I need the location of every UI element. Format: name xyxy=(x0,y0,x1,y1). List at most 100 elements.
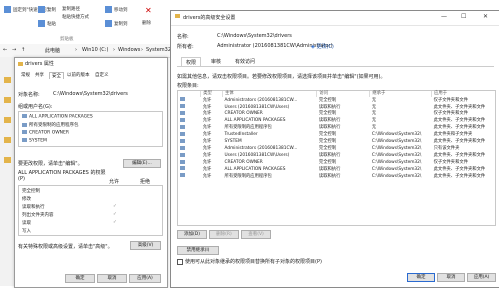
move-to-button[interactable]: 移动到 xyxy=(105,6,128,13)
tab-general[interactable]: 常规 xyxy=(21,72,30,78)
list-item[interactable]: ALL APPLICATION PACKAGES xyxy=(22,114,93,120)
apply-button[interactable]: 应用(A) xyxy=(467,273,496,282)
table-row[interactable]: 允许 Administrators (2016081381CW... 完全控制 C:\… xyxy=(178,145,495,153)
owner-label: 所有者: xyxy=(177,44,194,50)
replace-child-permissions[interactable]: 使用可从此对象继承的权限项目替换所有子对象的权限项目(P) xyxy=(177,258,322,265)
table-row[interactable]: 允许 ALL APPLICATION PACKAGES 读取和执行 C:\Window… xyxy=(178,166,495,173)
object-name-label: 对象名称: xyxy=(18,92,40,98)
breadcrumb-system32[interactable]: System32 xyxy=(146,47,171,53)
users-icon xyxy=(22,114,27,118)
dialog-title: drivers的高级安全设置 xyxy=(183,15,236,21)
breadcrumb-drive[interactable]: Win10 (C:) xyxy=(82,47,108,53)
user-icon xyxy=(180,159,185,164)
close-icon[interactable]: ✕ xyxy=(483,13,488,20)
ok-button[interactable]: 确定 xyxy=(65,274,95,283)
tab-auditing[interactable]: 审核 xyxy=(211,58,221,65)
user-icon xyxy=(180,125,185,130)
copy-path-button[interactable]: 复制路径 xyxy=(62,6,80,12)
user-icon xyxy=(22,138,27,142)
paste-shortcut-button[interactable]: 粘贴快捷方式 xyxy=(62,14,89,20)
table-row[interactable]: 允许 ALL APPLICATION PACKAGES 读取和执行无此文件夹、子文件… xyxy=(178,118,495,125)
list-item[interactable]: 所有受限制的应用程序包 xyxy=(22,122,79,128)
list-item: 列出文件夹内容 xyxy=(22,213,54,218)
tab-effective-access[interactable]: 有效访问 xyxy=(235,58,255,65)
user-icon xyxy=(180,152,185,157)
user-icon xyxy=(180,118,185,123)
paste-button[interactable]: 粘贴 xyxy=(38,20,56,27)
folder-icon xyxy=(4,157,11,163)
allow-check: ✓ xyxy=(113,204,117,209)
user-icon xyxy=(180,173,185,178)
tab-security[interactable]: 安全 xyxy=(49,72,64,79)
breadcrumb-this-pc[interactable]: 此电脑 xyxy=(45,47,60,54)
table-row[interactable]: 允许 SYSTEM 完全控制 C:\Windows\System32\ 此文件夹、子文件… xyxy=(178,138,495,146)
entries-table: 类型 主体 访问 继承于 应用于 允许 Administrators (20160… xyxy=(178,91,495,180)
tab-customize[interactable]: 自定义 xyxy=(95,72,109,78)
table-row[interactable]: 允许 Users (2016081381CW\Users) 读取和执行 C:\Wind… xyxy=(178,152,495,160)
remove-button[interactable]: 删除(R) xyxy=(209,230,239,239)
delete-icon[interactable]: ✕ xyxy=(145,6,152,15)
folder-icon xyxy=(4,77,11,83)
folder-move-icon xyxy=(105,6,112,13)
address-bar[interactable]: ← → ↑ 此电脑 › Win10 (C:) › Windows › Syste… xyxy=(0,44,171,58)
permission-label: ALL APPLICATION PACKAGES 的权限(P) xyxy=(18,170,106,182)
up-arrow-icon[interactable]: ↑ xyxy=(21,47,25,53)
minimize-icon[interactable]: — xyxy=(441,13,447,20)
breadcrumb-windows[interactable]: Windows xyxy=(118,47,140,53)
properties-dialog: drivers 属性 常规 共享 安全 以前的版本 自定义 对象名称: C:\W… xyxy=(14,57,168,288)
user-icon xyxy=(180,104,185,109)
user-icon xyxy=(180,138,185,143)
advanced-security-dialog: drivers的高级安全设置 — ☐ ✕ 名称: C:\Windows\Syst… xyxy=(170,10,499,288)
cancel-button[interactable]: 取消 xyxy=(437,273,465,282)
list-item[interactable]: SYSTEM xyxy=(22,138,47,144)
apply-button[interactable]: 应用(A) xyxy=(129,274,161,283)
change-hint: 要更改权限，请单击"编辑"。 xyxy=(18,161,83,167)
copy-to-button[interactable]: 复制到 xyxy=(105,20,128,27)
cancel-button[interactable]: 取消 xyxy=(97,274,127,283)
list-item[interactable]: CREATOR OWNER xyxy=(22,130,69,136)
list-item: 完全控制 xyxy=(22,189,40,194)
edit-button[interactable]: 编辑(E)... xyxy=(123,159,161,168)
forward-arrow-icon[interactable]: → xyxy=(12,47,16,53)
folder-copy-icon xyxy=(105,20,112,27)
list-item: 修改 xyxy=(22,197,31,202)
permission-list: 完全控制 修改 读取和执行 列出文件夹内容 读取 写入 ✓ ✓ ✓ xyxy=(18,185,163,236)
disable-inheritance-button[interactable]: 禁用继承(I) xyxy=(177,246,219,255)
object-name-value: C:\Windows\System32\drivers xyxy=(53,91,128,97)
folder-icon xyxy=(4,97,11,103)
user-icon xyxy=(180,131,185,136)
maximize-icon[interactable]: ☐ xyxy=(461,13,466,20)
view-button[interactable]: 查看(V) xyxy=(241,230,271,239)
table-row[interactable]: 允许 Administrators (2016081381CW... 完全控制无仅子… xyxy=(178,97,495,104)
add-button[interactable]: 添加(D) xyxy=(177,230,207,239)
user-icon xyxy=(180,111,185,116)
tab-sharing[interactable]: 共享 xyxy=(35,72,44,78)
entries-label: 权限条目: xyxy=(177,83,199,89)
allow-check: ✓ xyxy=(113,212,117,217)
advanced-hint: 有关特殊权限或高级设置，请单击"高级"。 xyxy=(18,244,113,250)
table-row[interactable]: 允许 所有受限制的应用程序包 读取和执行 C:\Windows\System32\ 此文… xyxy=(178,173,495,180)
group-label: 组或用户名(G): xyxy=(18,104,53,110)
advanced-button[interactable]: 高级(V) xyxy=(130,241,161,250)
user-icon xyxy=(22,130,27,134)
shield-icon: ◈ xyxy=(311,44,315,50)
change-owner-link[interactable]: ◈ 更改(C) xyxy=(311,43,334,50)
user-icon xyxy=(180,97,185,102)
allow-check: ✓ xyxy=(113,220,117,225)
folder-icon xyxy=(4,137,11,143)
replace-checkbox[interactable] xyxy=(177,258,183,265)
list-item: 写入 xyxy=(22,229,31,234)
tab-divider xyxy=(177,66,494,67)
permission-entries-table[interactable]: 类型 主体 访问 继承于 应用于 允许 Administrators (20160… xyxy=(177,90,496,226)
table-row[interactable]: 允许 CREATOR OWNER 完全控制 C:\Windows\System32\ 仅… xyxy=(178,159,495,167)
table-row[interactable]: 允许 TrustedInstaller 完全控制 C:\Windows\System3… xyxy=(178,131,495,139)
delete-button-label[interactable]: 删除 xyxy=(142,20,151,26)
back-arrow-icon[interactable]: ← xyxy=(3,47,7,53)
name-label: 名称: xyxy=(177,34,189,40)
group-list[interactable]: ALL APPLICATION PACKAGES 所有受限制的应用程序包 CRE… xyxy=(18,111,163,147)
user-icon xyxy=(180,145,185,150)
copy-button[interactable]: 复制 xyxy=(38,6,56,13)
tab-previous-versions[interactable]: 以前的版本 xyxy=(67,72,90,78)
ok-button[interactable]: 确定 xyxy=(407,273,435,282)
table-row[interactable]: 允许 所有受限制的应用程序包 读取和执行无此文件夹、子文件夹和文件 xyxy=(178,125,495,132)
